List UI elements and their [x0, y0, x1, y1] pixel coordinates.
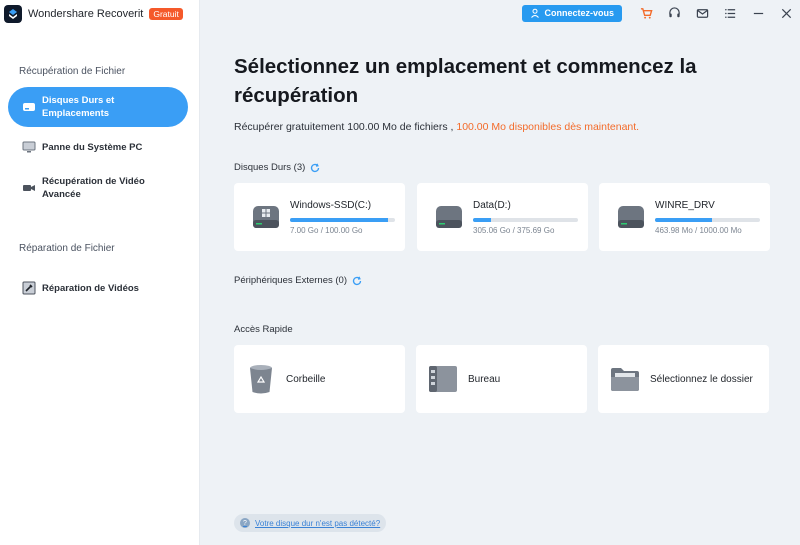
menu-list-icon[interactable] [716, 0, 744, 26]
drive-usage-bar [473, 217, 578, 222]
free-quota-prefix: Récupérer gratuitement 100.00 Mo de fich… [234, 121, 454, 133]
sidebar-item-label: Panne du Système PC [42, 141, 143, 153]
app-name: Wondershare Recoverit [28, 8, 144, 20]
hard-drive-icon [20, 99, 38, 115]
quick-access-title: Accès Rapide [234, 324, 293, 335]
drive-usage-fill [473, 217, 491, 222]
recycle-bin-icon [244, 362, 278, 396]
sidebar-item-pc-crash[interactable]: Panne du Système PC [8, 138, 188, 156]
app-logo-icon [4, 5, 22, 23]
sidebar-item-label: Disques Durs et Emplacements [42, 94, 114, 120]
drive-usage-bar [655, 217, 760, 222]
sidebar-item-label-line1: Récupération de Vidéo [42, 176, 145, 187]
drive-name: WINRE_DRV [655, 199, 715, 211]
drive-name: Windows-SSD(C:) [290, 199, 372, 211]
folder-icon [608, 362, 642, 396]
quick-card-label: Corbeille [286, 373, 326, 385]
user-icon [531, 8, 540, 18]
drive-info: WINRE_DRV 463.98 Mo / 1000.00 Mo [655, 200, 760, 235]
drive-usage-text: 463.98 Mo / 1000.00 Mo [655, 225, 742, 235]
app-brand: Wondershare Recoverit Gratuit [0, 0, 200, 28]
quick-card-label: Bureau [468, 373, 501, 385]
free-quota-text: Récupérer gratuitement 100.00 Mo de fich… [234, 121, 639, 133]
mail-icon[interactable] [688, 0, 716, 26]
main-content: Sélectionnez un emplacement et commencez… [200, 26, 800, 545]
drive-not-detected-label: Votre disque dur n'est pas détecté? [255, 518, 381, 528]
desktop-icon [426, 362, 460, 396]
free-badge: Gratuit [149, 8, 183, 20]
drive-info: Windows-SSD(C:) 7.00 Go / 100.00 Go [290, 200, 395, 235]
sidebar-item-label-line2: Emplacements [42, 108, 110, 119]
minimize-icon[interactable] [744, 0, 772, 26]
close-icon[interactable] [772, 0, 800, 26]
section-title-file-recovery: Récupération de Fichier [19, 66, 126, 77]
drive-info: Data(D:) 305.06 Go / 375.69 Go [473, 200, 578, 235]
topbar-actions: Connectez-vous [522, 0, 800, 26]
drive-usage-fill [290, 217, 388, 222]
login-button-label: Connectez-vous [544, 8, 614, 18]
drive-usage-bar [290, 217, 395, 222]
monitor-icon [20, 139, 38, 155]
quick-card-label: Sélectionnez le dossier [650, 373, 753, 385]
sidebar-item-hard-drives[interactable]: Disques Durs et Emplacements [8, 87, 188, 127]
sidebar-item-label: Réparation de Vidéos [42, 282, 139, 294]
drive-name: Data(D:) [473, 199, 511, 211]
drive-usage-fill [655, 217, 712, 222]
refresh-icon[interactable] [352, 276, 362, 286]
drive-not-detected-link[interactable]: ? Votre disque dur n'est pas détecté? [234, 514, 387, 532]
headset-icon[interactable] [660, 0, 688, 26]
drive-icon [436, 206, 462, 228]
login-button[interactable]: Connectez-vous [522, 4, 622, 22]
sidebar-item-label: Récupération de Vidéo Avancée [42, 175, 145, 201]
external-devices-title-label: Périphériques Externes (0) [234, 275, 347, 286]
drive-usage-text: 7.00 Go / 100.00 Go [290, 225, 363, 235]
sidebar-item-video-repair[interactable]: Réparation de Vidéos [8, 279, 188, 297]
quick-access-title-label: Accès Rapide [234, 324, 293, 335]
refresh-icon[interactable] [310, 163, 320, 173]
drive-card-winre[interactable]: WINRE_DRV 463.98 Mo / 1000.00 Mo [599, 183, 770, 251]
drive-usage-text: 305.06 Go / 375.69 Go [473, 225, 555, 235]
free-quota-highlight: 100.00 Mo disponibles dès maintenant. [456, 121, 640, 133]
video-repair-icon [20, 280, 38, 296]
sidebar-item-video-recovery[interactable]: Récupération de Vidéo Avancée [8, 174, 188, 202]
quick-card-desktop[interactable]: Bureau [416, 345, 587, 413]
windows-drive-icon [253, 206, 279, 228]
sidebar-item-label-line1: Disques Durs et [42, 95, 115, 106]
quick-card-select-folder[interactable]: Sélectionnez le dossier [598, 345, 769, 413]
drive-card-d[interactable]: Data(D:) 305.06 Go / 375.69 Go [417, 183, 588, 251]
drive-card-c[interactable]: Windows-SSD(C:) 7.00 Go / 100.00 Go [234, 183, 405, 251]
video-camera-icon [20, 180, 38, 196]
section-title-file-repair: Réparation de Fichier [19, 243, 115, 254]
page-title: Sélectionnez un emplacement et commencez… [234, 55, 697, 107]
external-devices-title: Périphériques Externes (0) [234, 275, 362, 286]
cart-icon[interactable] [632, 0, 660, 26]
sidebar: Wondershare Recoverit Gratuit Récupérati… [0, 0, 200, 545]
hard-drives-title: Disques Durs (3) [234, 162, 320, 173]
drive-icon [618, 206, 644, 228]
question-icon: ? [240, 518, 250, 528]
hard-drives-title-label: Disques Durs (3) [234, 162, 306, 173]
quick-card-recycle-bin[interactable]: Corbeille [234, 345, 405, 413]
sidebar-item-label-line2: Avancée [42, 189, 81, 200]
